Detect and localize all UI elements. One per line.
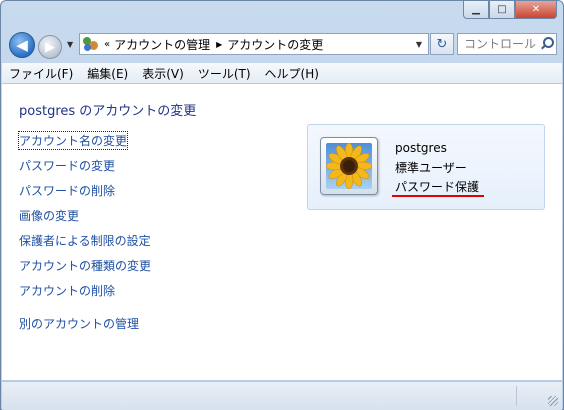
task-remove-password[interactable]: パスワードの削除	[19, 182, 115, 199]
account-name: postgres	[395, 141, 447, 155]
page-title: postgres のアカウントの変更	[19, 104, 197, 119]
task-change-account-name[interactable]: アカウント名の変更	[17, 131, 129, 150]
recent-pages-dropdown[interactable]: ▼	[67, 40, 73, 49]
user-accounts-icon	[83, 36, 99, 52]
sunflower-picture	[326, 143, 372, 189]
minimize-button[interactable]: ▁	[463, 1, 489, 19]
menu-edit[interactable]: 編集(E)	[80, 65, 135, 82]
status-bar	[2, 381, 562, 410]
task-manage-another-account[interactable]: 別のアカウントの管理	[19, 315, 139, 332]
breadcrumb-overflow[interactable]: «	[104, 39, 110, 50]
close-button[interactable]: ✕	[515, 1, 557, 19]
task-change-password[interactable]: パスワードの変更	[19, 157, 115, 174]
status-divider	[516, 386, 517, 406]
resize-grip[interactable]	[548, 396, 558, 406]
search-input[interactable]	[464, 37, 540, 51]
refresh-button[interactable]: ↻	[430, 33, 454, 55]
address-bar[interactable]: « アカウントの管理 ▶ アカウントの変更 ▼	[79, 33, 429, 55]
forward-button[interactable]: ▶	[38, 35, 62, 59]
address-dropdown-button[interactable]: ▼	[416, 40, 422, 49]
search-box[interactable]	[457, 33, 557, 55]
caption-buttons: ▁ □ ✕	[463, 1, 557, 19]
content-pane: postgres のアカウントの変更 アカウント名の変更 パスワードの変更 パス…	[2, 84, 562, 380]
menu-help[interactable]: ヘルプ(H)	[258, 65, 326, 82]
account-type: 標準ユーザー	[395, 161, 467, 175]
task-delete-account[interactable]: アカウントの削除	[19, 282, 115, 299]
search-icon[interactable]	[540, 37, 554, 51]
menu-view[interactable]: 表示(V)	[135, 65, 191, 82]
chevron-right-icon[interactable]: ▶	[216, 40, 222, 49]
breadcrumb-item-change-account[interactable]: アカウントの変更	[227, 36, 323, 53]
account-picture-frame	[320, 137, 378, 195]
task-parental-controls[interactable]: 保護者による制限の設定	[19, 232, 151, 249]
highlight-underline	[392, 195, 484, 197]
title-bar: ▁ □ ✕	[1, 1, 563, 27]
refresh-icon: ↻	[436, 36, 448, 52]
menu-bar: ファイル(F) 編集(E) 表示(V) ツール(T) ヘルプ(H)	[2, 63, 562, 84]
maximize-button[interactable]: □	[489, 1, 515, 19]
menu-file[interactable]: ファイル(F)	[2, 65, 80, 82]
task-change-account-type[interactable]: アカウントの種類の変更	[19, 257, 151, 274]
control-panel-window: ▁ □ ✕ ◀ ▶ ▼ « アカウントの管理 ▶ アカウントの変更 ▼ ↻ コン…	[0, 0, 564, 410]
breadcrumb-item-manage-accounts[interactable]: アカウントの管理	[114, 36, 210, 53]
back-button[interactable]: ◀	[9, 32, 35, 58]
account-card: postgres 標準ユーザー パスワード保護	[307, 124, 545, 210]
task-change-picture[interactable]: 画像の変更	[19, 207, 79, 224]
navigation-bar: ◀ ▶ ▼ « アカウントの管理 ▶ アカウントの変更 ▼ ↻	[1, 27, 563, 63]
menu-tools[interactable]: ツール(T)	[191, 65, 258, 82]
password-status: パスワード保護	[395, 180, 480, 194]
